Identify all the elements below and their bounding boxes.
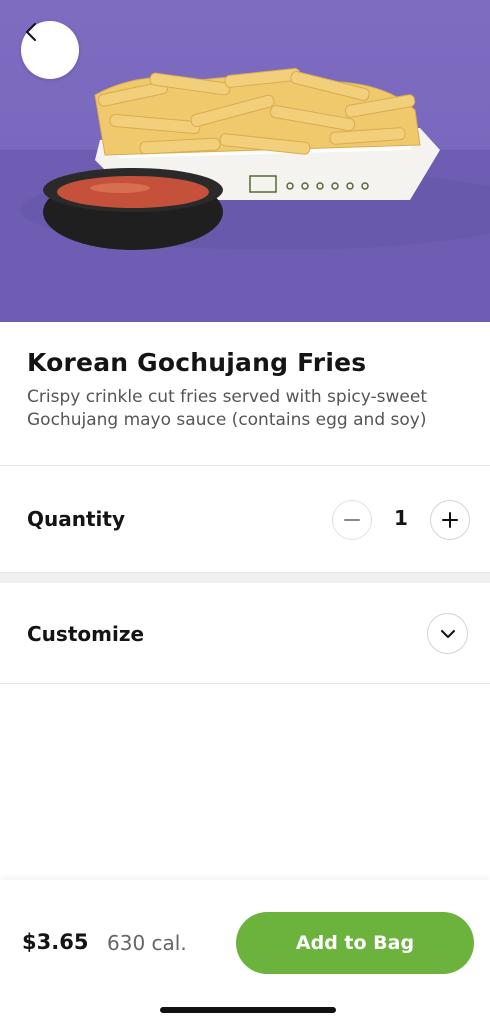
decrement-button[interactable] <box>332 500 372 540</box>
chevron-down-icon <box>440 629 455 638</box>
price: $3.65 <box>22 930 89 954</box>
minus-icon <box>344 519 360 521</box>
divider <box>0 465 490 466</box>
section-separator <box>0 573 490 583</box>
product-title: Korean Gochujang Fries <box>27 348 367 377</box>
product-image <box>0 0 490 322</box>
quantity-value: 1 <box>394 506 408 530</box>
add-to-bag-button[interactable]: Add to Bag <box>236 912 474 974</box>
plus-icon <box>442 512 458 528</box>
calories: 630 cal. <box>107 931 187 955</box>
home-indicator <box>160 1007 336 1013</box>
customize-label: Customize <box>27 622 145 646</box>
chevron-left-icon <box>26 23 36 41</box>
increment-button[interactable] <box>430 500 470 540</box>
back-button[interactable] <box>21 21 79 79</box>
customize-expand-button[interactable] <box>427 613 468 654</box>
quantity-label: Quantity <box>27 507 125 531</box>
product-description: Crispy crinkle cut fries served with spi… <box>27 387 428 430</box>
divider <box>0 683 490 684</box>
